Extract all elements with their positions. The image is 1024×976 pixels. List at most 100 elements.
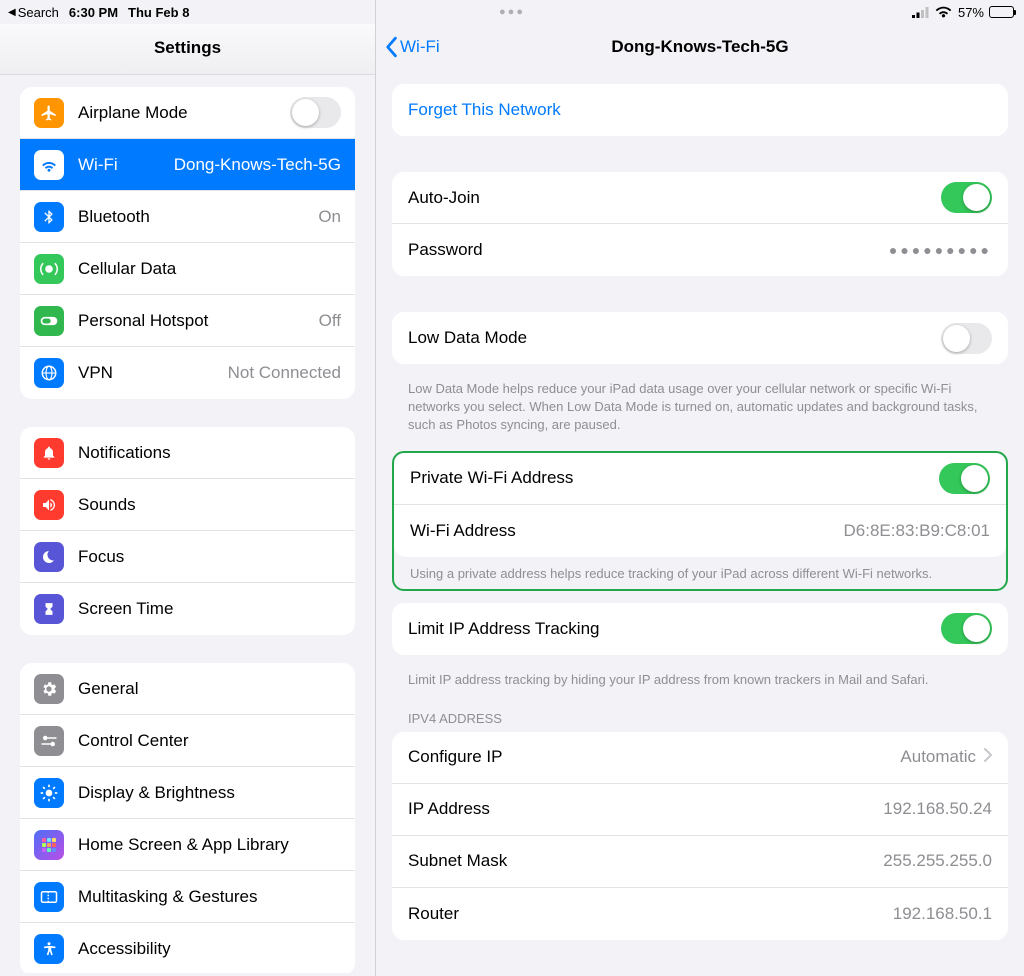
router-label: Router (408, 904, 459, 924)
autojoin-row[interactable]: Auto-Join (392, 172, 1008, 224)
status-bar: ◀Search 6:30 PM Thu Feb 8 ●●● 57% (0, 0, 1024, 24)
password-value: ●●●●●●●●● (889, 242, 992, 258)
sidebar-item-bluetooth[interactable]: Bluetooth On (20, 191, 355, 243)
general-label: General (78, 679, 341, 699)
gear-icon (34, 674, 64, 704)
limitip-row[interactable]: Limit IP Address Tracking (392, 603, 1008, 655)
sidebar-item-sounds[interactable]: Sounds (20, 479, 355, 531)
wifi-address-label: Wi-Fi Address (410, 521, 516, 541)
status-back-app[interactable]: ◀Search (8, 5, 59, 20)
limitip-toggle[interactable] (941, 613, 992, 644)
forget-network-button[interactable]: Forget This Network (392, 84, 1008, 136)
subnet-mask-label: Subnet Mask (408, 851, 507, 871)
homescreen-label: Home Screen & App Library (78, 835, 341, 855)
sidebar-item-cellular[interactable]: Cellular Data (20, 243, 355, 295)
back-button[interactable]: Wi-Fi (384, 36, 440, 58)
lowdata-group: Low Data Mode (392, 312, 1008, 364)
wifi-detail-pane: Wi-Fi Dong-Knows-Tech-5G Forget This Net… (376, 0, 1024, 976)
lowdata-label: Low Data Mode (408, 328, 527, 348)
private-wifi-toggle[interactable] (939, 463, 990, 494)
autojoin-toggle[interactable] (941, 182, 992, 213)
cell-signal-icon (912, 7, 929, 18)
multitask-handle-icon[interactable]: ●●● (499, 6, 525, 18)
multitask-icon (34, 882, 64, 912)
status-date: Thu Feb 8 (128, 5, 189, 20)
ip-address-row: IP Address 192.168.50.24 (392, 784, 1008, 836)
private-wifi-group: Private Wi-Fi Address Wi-Fi Address D6:8… (394, 453, 1006, 557)
cellular-icon (34, 254, 64, 284)
private-wifi-row[interactable]: Private Wi-Fi Address (394, 453, 1006, 505)
sidebar-item-control-center[interactable]: Control Center (20, 715, 355, 767)
hotspot-value: Off (319, 311, 341, 331)
lowdata-row[interactable]: Low Data Mode (392, 312, 1008, 364)
bluetooth-label: Bluetooth (78, 207, 318, 227)
control-center-label: Control Center (78, 731, 341, 751)
hourglass-icon (34, 594, 64, 624)
chevron-right-icon (984, 747, 992, 767)
subnet-mask-row: Subnet Mask 255.255.255.0 (392, 836, 1008, 888)
speaker-icon (34, 490, 64, 520)
bell-icon (34, 438, 64, 468)
limitip-group: Limit IP Address Tracking (392, 603, 1008, 655)
wifi-address-row[interactable]: Wi-Fi Address D6:8E:83:B9:C8:01 (394, 505, 1006, 557)
sliders-icon (34, 726, 64, 756)
bluetooth-value: On (318, 207, 341, 227)
brightness-icon (34, 778, 64, 808)
sidebar-group-alerts: Notifications Sounds Focus (20, 427, 355, 635)
focus-label: Focus (78, 547, 341, 567)
status-time: 6:30 PM (69, 5, 118, 20)
screentime-label: Screen Time (78, 599, 341, 619)
battery-indicator: 57% (958, 5, 1014, 20)
wifi-value: Dong-Knows-Tech-5G (174, 155, 341, 175)
sounds-label: Sounds (78, 495, 341, 515)
sidebar-item-multitasking[interactable]: Multitasking & Gestures (20, 871, 355, 923)
sidebar-item-airplane[interactable]: Airplane Mode (20, 87, 355, 139)
bluetooth-icon (34, 202, 64, 232)
subnet-mask-value: 255.255.255.0 (883, 851, 992, 871)
forget-network-group: Forget This Network (392, 84, 1008, 136)
accessibility-icon (34, 934, 64, 964)
lowdata-toggle[interactable] (941, 323, 992, 354)
sidebar-group-connectivity: Airplane Mode Wi-Fi Dong-Knows-Tech-5G B… (20, 87, 355, 399)
wifi-address-value: D6:8E:83:B9:C8:01 (844, 521, 990, 541)
lowdata-help: Low Data Mode helps reduce your iPad dat… (392, 376, 1008, 451)
sidebar-item-screentime[interactable]: Screen Time (20, 583, 355, 635)
wifi-icon (935, 6, 952, 18)
autojoin-group: Auto-Join Password ●●●●●●●●● (392, 172, 1008, 276)
router-row: Router 192.168.50.1 (392, 888, 1008, 940)
sidebar-item-wifi[interactable]: Wi-Fi Dong-Knows-Tech-5G (20, 139, 355, 191)
network-title: Dong-Knows-Tech-5G (376, 37, 1024, 57)
status-back-label: Search (18, 5, 59, 20)
sidebar-title: Settings (0, 24, 375, 75)
limitip-help: Limit IP address tracking by hiding your… (392, 667, 1008, 705)
detail-header: Wi-Fi Dong-Knows-Tech-5G (376, 24, 1024, 70)
password-row[interactable]: Password ●●●●●●●●● (392, 224, 1008, 276)
configure-ip-value: Automatic (900, 747, 976, 767)
sidebar-item-accessibility[interactable]: Accessibility (20, 923, 355, 973)
hotspot-label: Personal Hotspot (78, 311, 319, 331)
sidebar-item-display[interactable]: Display & Brightness (20, 767, 355, 819)
password-label: Password (408, 240, 483, 260)
wifi-label: Wi-Fi (78, 155, 174, 175)
sidebar-item-focus[interactable]: Focus (20, 531, 355, 583)
autojoin-label: Auto-Join (408, 188, 480, 208)
sidebar-item-general[interactable]: General (20, 663, 355, 715)
sidebar-item-vpn[interactable]: VPN Not Connected (20, 347, 355, 399)
ip-address-label: IP Address (408, 799, 490, 819)
multitask-label: Multitasking & Gestures (78, 887, 341, 907)
airplane-icon (34, 98, 64, 128)
limitip-label: Limit IP Address Tracking (408, 619, 600, 639)
ipv4-group: Configure IP Automatic IP Address 192.16… (392, 732, 1008, 940)
vpn-icon (34, 358, 64, 388)
sidebar-item-hotspot[interactable]: Personal Hotspot Off (20, 295, 355, 347)
sidebar-item-notifications[interactable]: Notifications (20, 427, 355, 479)
configure-ip-row[interactable]: Configure IP Automatic (392, 732, 1008, 784)
wifi-settings-icon (34, 150, 64, 180)
forget-label: Forget This Network (408, 100, 561, 120)
sidebar-item-homescreen[interactable]: Home Screen & App Library (20, 819, 355, 871)
grid-icon (34, 830, 64, 860)
ip-address-value: 192.168.50.24 (883, 799, 992, 819)
moon-icon (34, 542, 64, 572)
private-wifi-help: Using a private address helps reduce tra… (394, 561, 1006, 585)
airplane-toggle[interactable] (290, 97, 341, 128)
